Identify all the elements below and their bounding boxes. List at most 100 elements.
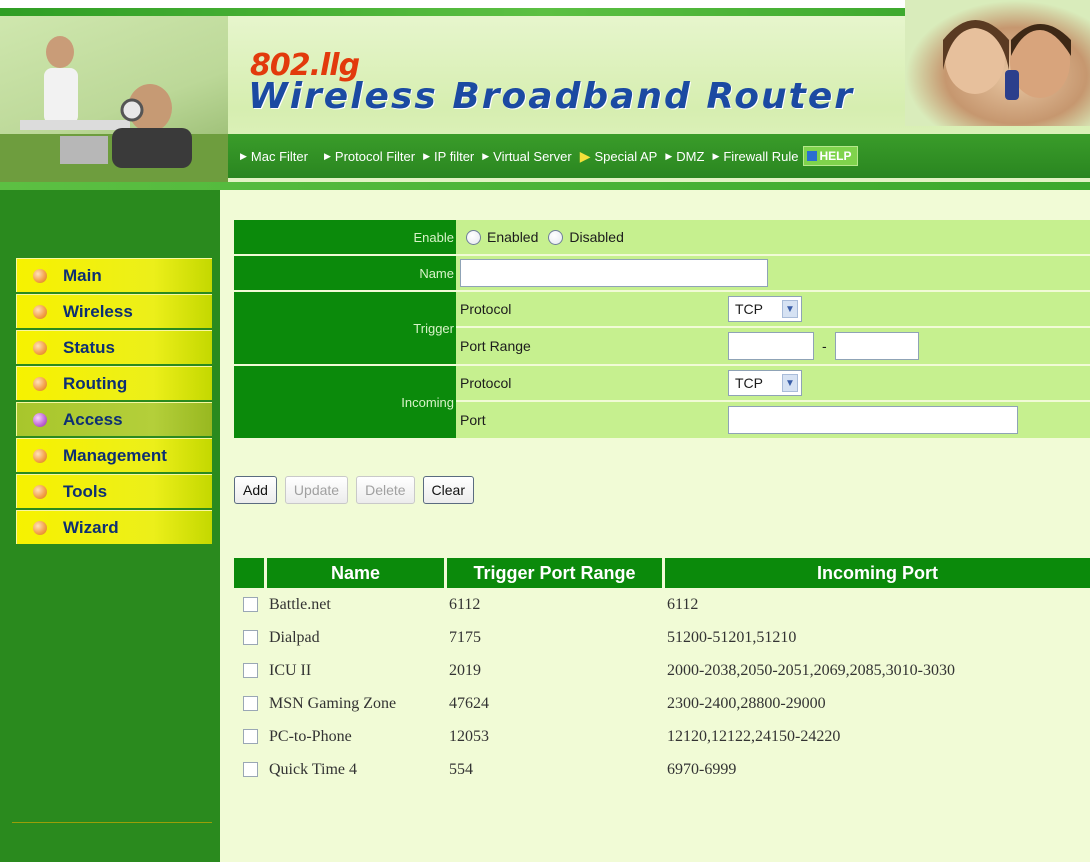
enabled-radio[interactable] [466,229,481,245]
table-row: ICU II 2019 2000-2038,2050-2051,2069,208… [234,654,1090,687]
trigger-protocol-label: Protocol [460,301,512,317]
clear-button[interactable]: Clear [422,476,475,504]
incoming-protocol-label: Protocol [460,375,512,391]
bullet-icon [33,484,47,499]
bullet-icon [33,304,47,319]
sidebar-item-tools[interactable]: Tools [16,474,212,508]
nav-special-ap[interactable]: ▶ Special AP [580,148,658,165]
sidebar-item-management[interactable]: Management [16,438,212,472]
row-checkbox[interactable] [243,663,258,678]
row-trigger: 554 [449,760,473,778]
nav-protocol-filter[interactable]: ▶ Protocol Filter [324,149,415,164]
header: 802.llg Wireless Broadband Router ▶ Mac … [0,0,1090,190]
top-nav: ▶ Mac Filter ▶ Protocol Filter ▶ IP filt… [228,134,1090,178]
add-button[interactable]: Add [234,476,277,504]
sidebar-divider [12,822,212,823]
name-label: Name [234,256,456,292]
delete-button[interactable]: Delete [356,476,415,504]
disabled-radio[interactable] [548,229,564,245]
sidebar-menu: Main Wireless Status Routing Access Mana… [16,258,212,546]
bullet-icon [33,448,47,463]
trigger-protocol-select[interactable]: TCP ▼ [728,296,802,322]
disabled-radio-label: Disabled [569,229,624,245]
nav-mac-filter[interactable]: ▶ Mac Filter [240,149,308,164]
row-incoming: 12120,12122,24150-24220 [667,727,841,745]
arrow-right-icon: ▶ [482,150,490,161]
help-button[interactable]: HELP [802,146,858,166]
arrow-right-icon: ▶ [712,150,720,161]
table-row: Battle.net 6112 6112 [234,588,1090,621]
table-row: MSN Gaming Zone 47624 2300-2400,28800-29… [234,687,1090,720]
trigger-label: Trigger [234,292,456,366]
special-ap-table: Name Trigger Port Range Incoming Port Ba… [234,558,1090,786]
incoming-label: Incoming [234,366,456,440]
person-laptop-illustration [0,36,228,182]
incoming-row: Incoming Protocol TCP ▼ Port [234,366,1090,440]
bullet-icon [33,340,47,355]
nav-dmz[interactable]: ▶ DMZ [665,149,704,164]
arrow-right-icon: ▶ [323,150,331,161]
incoming-port-input[interactable] [728,406,1018,434]
bullet-active-icon [33,412,47,427]
couple-phone-illustration [943,20,1071,100]
row-name: Quick Time 4 [269,760,358,778]
port-range-label: Port Range [460,338,531,354]
name-input[interactable] [460,259,768,287]
incoming-port-label: Port [460,412,486,428]
arrow-right-icon: ▶ [240,150,247,161]
port-range-start-input[interactable] [728,332,814,360]
row-trigger: 47624 [449,694,489,712]
row-checkbox[interactable] [243,597,258,612]
nav-firewall-rule[interactable]: ▶ Firewall Rule [712,149,798,164]
table-header: Name Trigger Port Range Incoming Port [234,558,1090,588]
sidebar-item-main[interactable]: Main [16,258,212,292]
row-incoming: 6970-6999 [667,760,737,778]
row-incoming: 6112 [667,595,699,613]
enable-row: Enable Enabled Disabled [234,220,1090,256]
sidebar-item-access[interactable]: Access [16,402,212,436]
row-trigger: 12053 [449,727,489,745]
row-incoming: 51200-51201,51210 [667,628,797,646]
row-incoming: 2300-2400,28800-29000 [667,694,826,712]
row-checkbox[interactable] [243,696,258,711]
trigger-row: Trigger Protocol TCP ▼ Port Range - [234,292,1090,366]
port-range-end-input[interactable] [834,332,919,360]
action-buttons: Add Update Delete Clear [234,476,482,504]
header-name: Name [267,558,447,588]
header-select-column [234,558,267,588]
bullet-icon [33,268,47,283]
header-photo-right [905,0,1090,126]
row-trigger: 6112 [449,595,481,613]
sidebar-item-wizard[interactable]: Wizard [16,510,212,544]
table-row: PC-to-Phone 12053 12120,12122,24150-2422… [234,720,1090,753]
bullet-icon [33,520,47,535]
sidebar-item-routing[interactable]: Routing [16,366,212,400]
nav-virtual-server[interactable]: ▶ Virtual Server [482,149,571,164]
port-range-separator: - [822,338,827,354]
sidebar: Main Wireless Status Routing Access Mana… [0,190,220,862]
sidebar-item-status[interactable]: Status [16,330,212,364]
row-incoming: 2000-2038,2050-2051,2069,2085,3010-3030 [667,661,955,679]
bullet-icon [33,376,47,391]
update-button[interactable]: Update [284,476,349,504]
nav-ip-filter[interactable]: ▶ IP filter [423,149,474,164]
row-checkbox[interactable] [243,729,258,744]
row-checkbox[interactable] [243,630,258,645]
header-trigger-port-range: Trigger Port Range [447,558,665,588]
chevron-down-icon: ▼ [782,300,798,318]
table-row: Dialpad 7175 51200-51201,51210 [234,621,1090,654]
header-bottom-stripe [0,182,1090,190]
name-row: Name [234,256,1090,292]
incoming-protocol-select[interactable]: TCP ▼ [728,370,802,396]
enable-label: Enable [234,220,456,256]
sidebar-item-wireless[interactable]: Wireless [16,294,212,328]
row-name: PC-to-Phone [269,727,352,745]
enabled-radio-label: Enabled [487,229,539,245]
row-name: Battle.net [269,595,331,613]
row-trigger: 7175 [449,628,481,646]
arrow-right-active-icon: ▶ [579,147,591,164]
row-checkbox[interactable] [243,762,258,777]
row-name: ICU II [269,661,312,679]
help-icon [806,151,817,161]
row-trigger: 2019 [449,661,481,679]
